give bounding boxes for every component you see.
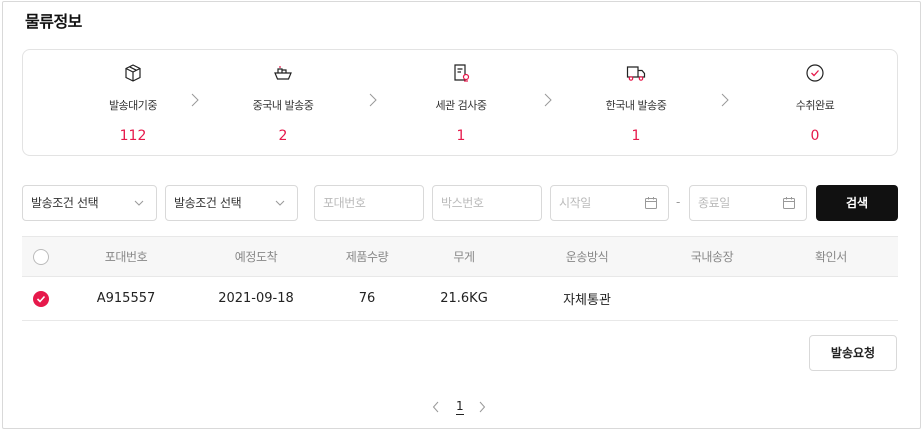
calendar-icon <box>645 197 657 209</box>
cargo-ship-icon <box>274 66 292 80</box>
column-header[interactable]: 확인서 <box>764 237 898 276</box>
domestic-invoice-cell <box>660 277 764 320</box>
bag-number-input[interactable]: 포대번호 <box>314 185 424 221</box>
column-header[interactable]: 포대번호 <box>60 237 192 276</box>
pagination: 1 <box>430 398 490 418</box>
status-step-china[interactable]: 중국내 발송중 2 <box>223 50 343 157</box>
checkmark-icon <box>36 295 46 303</box>
calendar-icon <box>783 197 795 209</box>
chevron-right-icon <box>544 93 552 107</box>
column-header[interactable]: 국내송장 <box>660 237 764 276</box>
condition-select-2[interactable]: 발송조건 선택 <box>165 185 298 221</box>
chevron-right-icon <box>191 93 199 107</box>
status-label: 발송대기중 <box>108 99 158 112</box>
chevron-right-icon[interactable] <box>478 401 486 413</box>
bag-number-placeholder: 포대번호 <box>323 196 366 210</box>
date-range-separator: - <box>676 195 681 209</box>
column-header[interactable]: 무게 <box>414 237 514 276</box>
row-select-checked[interactable] <box>33 290 49 307</box>
delivery-truck-icon <box>626 66 646 81</box>
start-date-input[interactable]: 시작일 <box>550 185 669 221</box>
chevron-right-icon <box>721 93 729 107</box>
box-number-input[interactable]: 박스번호 <box>432 185 542 221</box>
quantity-cell: 76 <box>358 291 376 306</box>
status-step-waiting[interactable]: 발송대기중 112 <box>73 50 193 157</box>
table-row[interactable]: A915557 2021-09-18 76 21.6KG 자체통관 <box>22 277 898 321</box>
row-select-cell <box>22 277 60 320</box>
chevron-left-icon[interactable] <box>432 401 440 413</box>
customs-document-icon <box>454 64 470 82</box>
search-button[interactable]: 검색 <box>816 185 898 221</box>
condition-select-value: 발송조건 선택 <box>174 196 242 210</box>
page-title: 물류정보 <box>25 12 82 31</box>
status-label: 수취완료 <box>795 99 835 112</box>
select-all-radio[interactable] <box>33 248 49 265</box>
page-number-current[interactable]: 1 <box>456 398 464 415</box>
box-icon <box>125 64 141 82</box>
status-count: 2 <box>278 128 288 144</box>
status-label: 한국내 발송중 <box>605 99 667 112</box>
status-count: 0 <box>810 128 820 144</box>
arrival-date-cell: 2021-09-18 <box>218 291 294 306</box>
status-label: 세관 검사중 <box>435 99 487 112</box>
chevron-down-icon <box>275 200 285 206</box>
check-circle-icon <box>806 64 824 82</box>
condition-select-value: 발송조건 선택 <box>31 196 99 210</box>
status-count: 1 <box>631 128 641 144</box>
box-number-placeholder: 박스번호 <box>441 196 484 210</box>
column-header[interactable]: 운송방식 <box>514 237 660 276</box>
bag-number-cell: A915557 <box>96 291 156 306</box>
chevron-down-icon <box>134 200 144 206</box>
status-step-received[interactable]: 수취완료 0 <box>755 50 875 157</box>
start-date-placeholder: 시작일 <box>559 196 591 210</box>
status-step-customs[interactable]: 세관 검사중 1 <box>401 50 521 157</box>
condition-select-1[interactable]: 발송조건 선택 <box>22 185 157 221</box>
chevron-right-icon <box>369 93 377 107</box>
status-count: 1 <box>456 128 466 144</box>
search-filters: 발송조건 선택 발송조건 선택 포대번호 박스번호 시작일 - 종료일 검색 <box>22 185 898 221</box>
select-all-cell <box>22 237 60 276</box>
status-count: 112 <box>119 128 147 144</box>
end-date-input[interactable]: 종료일 <box>689 185 807 221</box>
status-label: 중국내 발송중 <box>252 99 314 112</box>
weight-cell: 21.6KG <box>440 291 488 306</box>
shipping-status-overview: 발송대기중 112 중국내 발송중 2 세관 검사중 1 한국내 발송중 1 수… <box>22 49 898 156</box>
column-header[interactable]: 제품수량 <box>320 237 414 276</box>
shipping-method-cell: 자체통관 <box>563 293 611 308</box>
column-header[interactable]: 예정도착 <box>192 237 320 276</box>
end-date-placeholder: 종료일 <box>698 196 730 210</box>
confirmation-cell <box>764 277 898 320</box>
shipping-request-button[interactable]: 발송요청 <box>809 335 897 371</box>
status-step-korea[interactable]: 한국내 발송중 1 <box>576 50 696 157</box>
table-header: 포대번호 예정도착 제품수량 무게 운송방식 국내송장 확인서 <box>22 236 898 277</box>
